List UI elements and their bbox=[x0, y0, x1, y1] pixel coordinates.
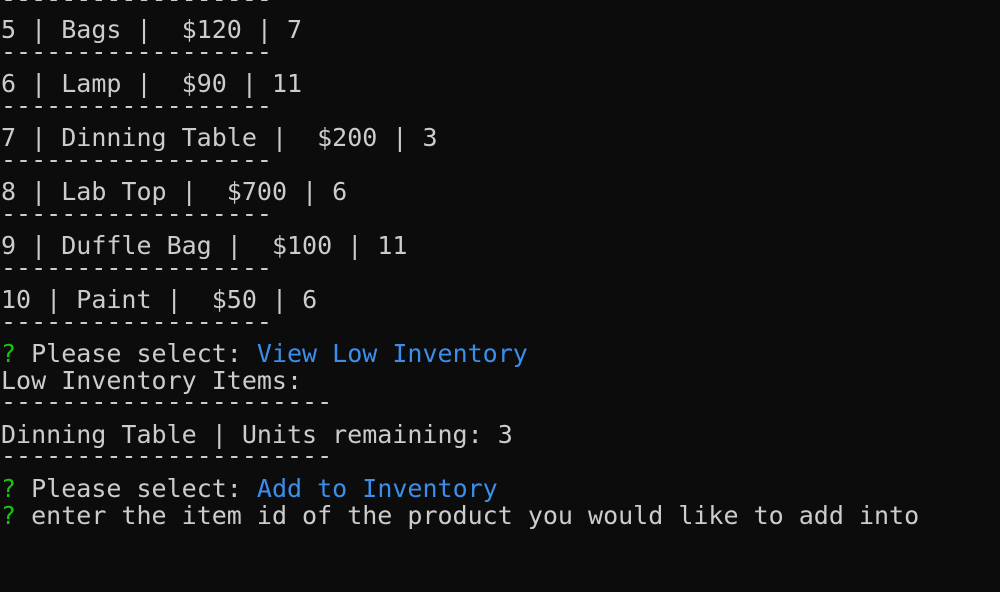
product-price: $50 bbox=[211, 285, 257, 314]
product-qty: 11 bbox=[271, 69, 303, 98]
product-id: 8 bbox=[1, 177, 17, 206]
product-row: 8 | Lab Top | $700 | 6 bbox=[1, 177, 348, 206]
product-row: 10 | Paint | $50 | 6 bbox=[1, 285, 318, 314]
product-name: Lamp bbox=[61, 69, 122, 98]
separator-line: ---------------------- bbox=[1, 449, 332, 463]
terminal-window[interactable]: { "separators": { "short": "------------… bbox=[0, 0, 1000, 592]
product-name: Duffle Bag bbox=[61, 231, 212, 260]
question-mark-icon: ? bbox=[1, 474, 17, 503]
low-inventory-heading: Low Inventory Items: bbox=[1, 366, 303, 395]
product-qty: 3 bbox=[422, 123, 438, 152]
prompt-input[interactable]: ? enter the item id of the product you w… bbox=[1, 502, 919, 529]
product-name: Paint bbox=[76, 285, 152, 314]
separator-line: ------------------ bbox=[1, 153, 272, 167]
product-price: $120 bbox=[181, 15, 242, 44]
product-qty: 6 bbox=[332, 177, 348, 206]
prompt-answer: View Low Inventory bbox=[256, 339, 528, 368]
product-qty: 11 bbox=[377, 231, 408, 260]
product-name: Dinning Table bbox=[61, 123, 257, 152]
product-price: $90 bbox=[181, 69, 227, 98]
product-row: 6 | Lamp | $90 | 11 bbox=[1, 69, 303, 98]
product-price: $100 bbox=[271, 231, 333, 260]
question-mark-icon: ? bbox=[1, 501, 17, 530]
separator-line: ------------------ bbox=[1, 45, 272, 59]
product-id: 9 bbox=[1, 231, 17, 260]
separator-line: ------------------ bbox=[1, 0, 272, 6]
product-id: 7 bbox=[1, 123, 17, 152]
product-id: 10 bbox=[1, 285, 32, 314]
product-qty: 7 bbox=[287, 15, 303, 44]
prompt-answer: Add to Inventory bbox=[256, 474, 498, 503]
prompt-label: Please select: bbox=[31, 474, 242, 503]
prompt-select-2: ? Please select: Add to Inventory bbox=[1, 475, 498, 502]
separator-line: ------------------ bbox=[1, 99, 272, 113]
prompt-label: Please select: bbox=[31, 339, 242, 368]
prompt-label: enter the item id of the product you wou… bbox=[31, 501, 920, 530]
separator-line: ------------------ bbox=[1, 261, 272, 275]
product-price: $700 bbox=[226, 177, 288, 206]
product-row: 5 | Bags | $120 | 7 bbox=[1, 15, 303, 44]
product-price: $200 bbox=[317, 123, 378, 152]
prompt-select-1: ? Please select: View Low Inventory bbox=[1, 340, 528, 367]
product-row: 9 | Duffle Bag | $100 | 11 bbox=[1, 231, 408, 260]
question-mark-icon: ? bbox=[1, 339, 17, 368]
product-name: Lab Top bbox=[61, 177, 167, 206]
product-id: 6 bbox=[1, 69, 17, 98]
product-qty: 6 bbox=[302, 285, 318, 314]
product-row: 7 | Dinning Table | $200 | 3 bbox=[1, 123, 438, 152]
separator-line: ------------------ bbox=[1, 315, 272, 329]
product-name: Bags bbox=[61, 15, 122, 44]
product-id: 5 bbox=[1, 15, 17, 44]
separator-line: ---------------------- bbox=[1, 395, 332, 409]
separator-line: ------------------ bbox=[1, 207, 272, 221]
low-inventory-item: Dinning Table | Units remaining: 3 bbox=[1, 420, 513, 449]
